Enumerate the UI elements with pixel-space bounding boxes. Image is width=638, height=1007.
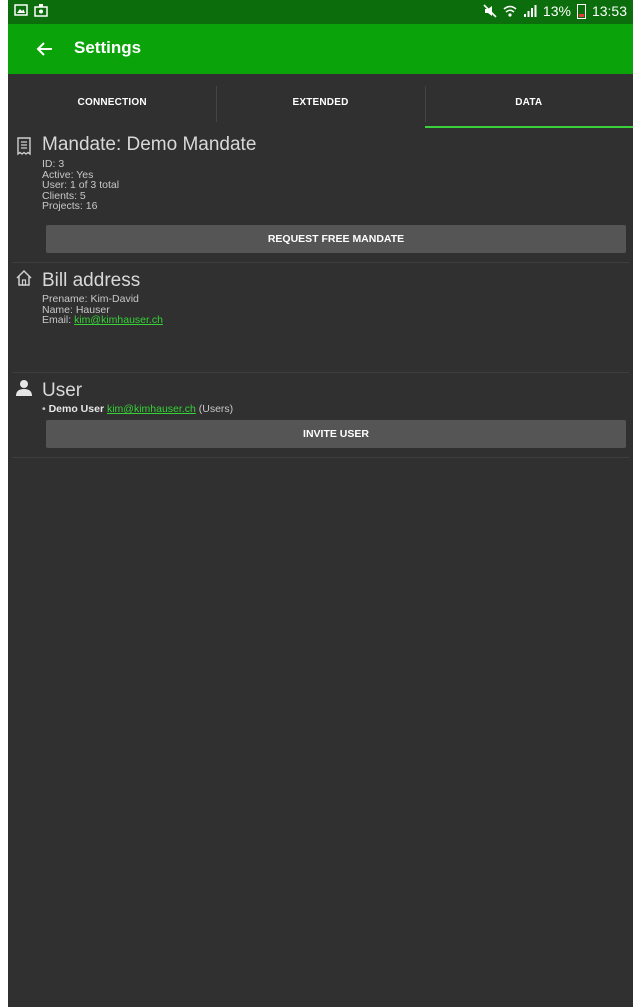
request-free-mandate-button[interactable]: REQUEST FREE MANDATE <box>46 225 626 253</box>
tab-extended[interactable]: EXTENDED <box>216 84 424 128</box>
tab-data[interactable]: DATA <box>424 84 633 128</box>
tab-bar: CONNECTION EXTENDED DATA <box>8 84 633 128</box>
user-title: User <box>42 380 83 401</box>
receipt-icon <box>17 137 31 156</box>
email-link[interactable]: kim@kimhauser.ch <box>74 314 163 326</box>
arrow-back-icon <box>36 42 52 56</box>
mandate-projects: Projects: 16 <box>42 200 98 212</box>
user-section: User • Demo User kim@kimhauser.ch (Users… <box>8 374 633 458</box>
bill-address-details: Prename: Kim-David Name: Hauser Email: k… <box>42 294 163 326</box>
prename: Prename: Kim-David <box>42 293 139 305</box>
status-bar: 13% 13:53 <box>8 0 633 24</box>
mandate-section: Mandate: Demo Mandate ID: 3 Active: Yes … <box>8 130 633 263</box>
section-divider <box>12 457 629 458</box>
user-role: (Users) <box>195 403 234 415</box>
screenshot-notification-icon <box>34 4 48 17</box>
email-row: Email: kim@kimhauser.ch <box>42 315 163 326</box>
wifi-icon <box>503 5 517 17</box>
app-frame: 13% 13:53 Settings CONNECTION EXTENDED D… <box>8 0 633 1007</box>
person-icon <box>16 380 32 396</box>
bill-address-title: Bill address <box>42 270 141 291</box>
app-bar: Settings <box>8 24 633 74</box>
mute-icon <box>483 4 497 18</box>
mandate-users: User: 1 of 3 total <box>42 179 120 191</box>
email-label: Email: <box>42 314 75 326</box>
bullet: • <box>42 403 49 415</box>
user-entry: • Demo User kim@kimhauser.ch (Users) <box>42 404 233 415</box>
section-divider <box>12 372 629 373</box>
page-title: Settings <box>74 38 142 57</box>
home-icon <box>16 269 32 286</box>
section-divider <box>12 262 629 263</box>
user-name: Demo User <box>48 403 105 415</box>
clock: 13:53 <box>591 3 627 19</box>
user-email-link[interactable]: kim@kimhauser.ch <box>107 403 196 415</box>
invite-user-button[interactable]: INVITE USER <box>46 420 626 448</box>
tab-connection[interactable]: CONNECTION <box>8 84 216 128</box>
bill-address-section: Bill address Prename: Kim-David Name: Ha… <box>8 264 633 373</box>
mandate-id: ID: 3 <box>42 158 65 170</box>
battery-percent: 13% <box>542 3 571 19</box>
battery-icon <box>576 3 586 19</box>
signal-icon <box>523 5 537 17</box>
back-button[interactable] <box>32 36 58 62</box>
gallery-notification-icon <box>14 4 28 16</box>
mandate-title: Mandate: Demo Mandate <box>42 134 257 155</box>
mandate-details: ID: 3 Active: Yes User: 1 of 3 total Cli… <box>42 159 119 212</box>
